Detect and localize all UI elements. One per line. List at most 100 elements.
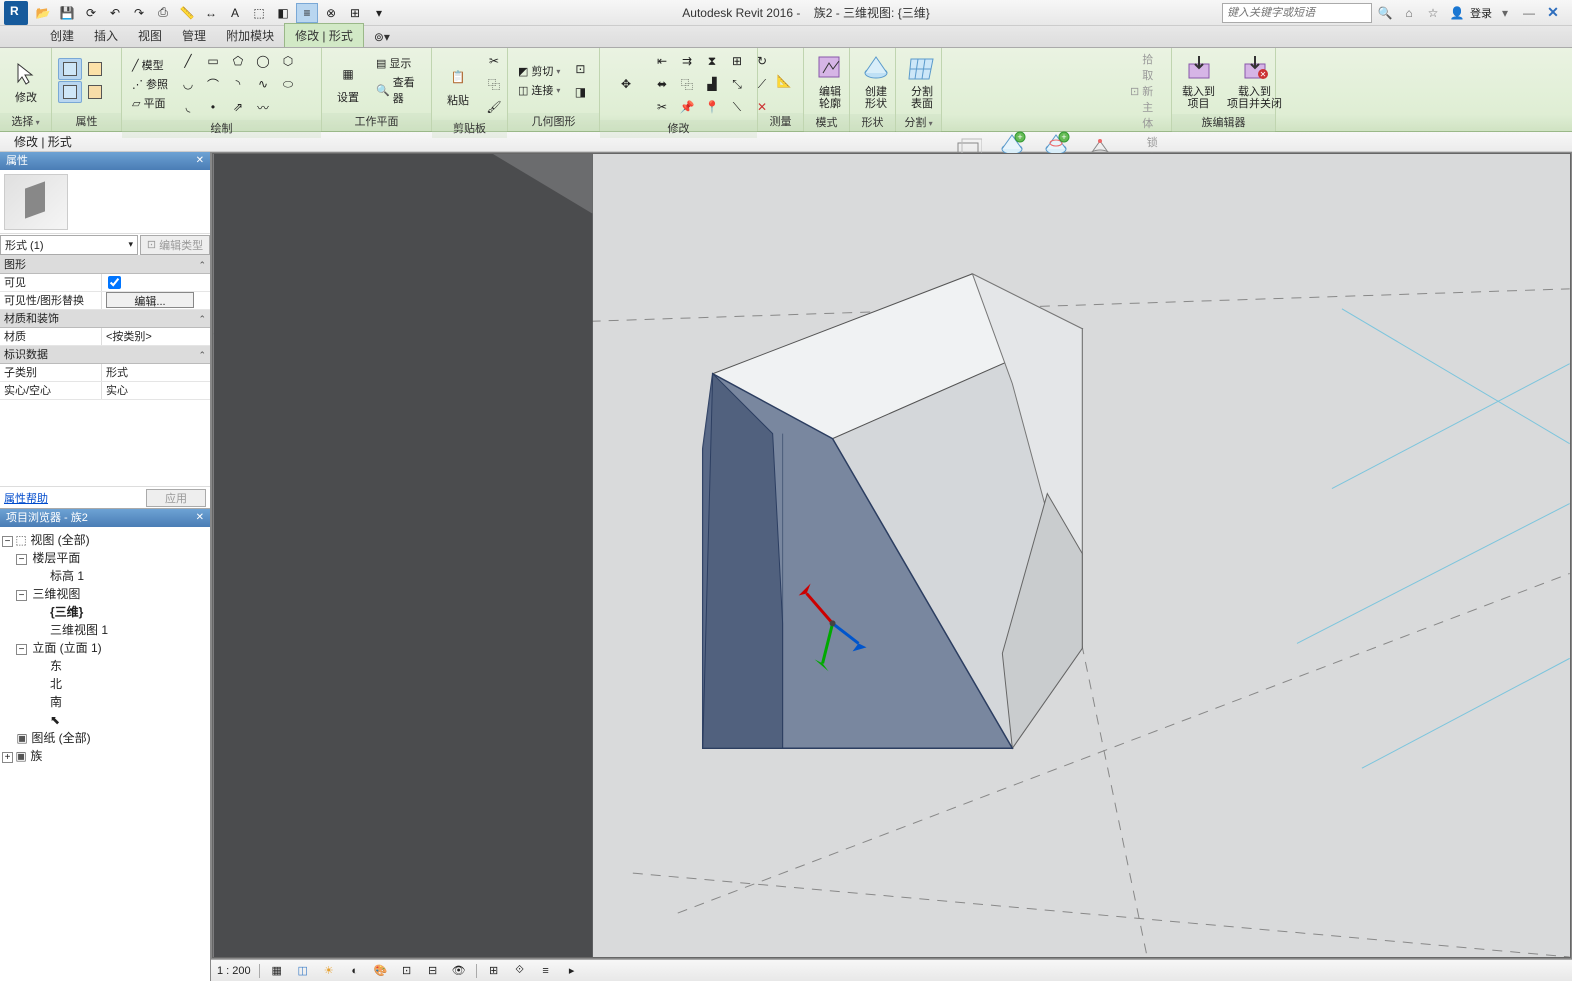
section-icon[interactable]: ◧ [272, 3, 294, 23]
subscription-icon[interactable]: ⌂ [1398, 3, 1420, 23]
tree-elev-west[interactable]: ⬉ [2, 711, 208, 729]
vb-analytical-icon[interactable]: ≡ [537, 962, 555, 980]
split-icon[interactable]: ✂ [650, 96, 674, 118]
redo-icon[interactable]: ↷ [128, 3, 150, 23]
close-windows-icon[interactable]: ⊗ [320, 3, 342, 23]
load-close-button[interactable]: ✕载入到 项目并关闭 [1223, 50, 1286, 112]
apply-button[interactable]: 应用 [146, 489, 206, 507]
draw-spline-icon[interactable]: ∿ [251, 73, 275, 95]
vb-chevron-icon[interactable]: ▸ [563, 962, 581, 980]
move2-icon[interactable]: ⬌ [650, 73, 674, 95]
draw-line-icon[interactable]: ╱ [176, 50, 200, 72]
draw-ellipse-icon[interactable]: ⬭ [276, 73, 300, 95]
vb-constraints-icon[interactable]: ⟐ [511, 962, 529, 980]
divide-surface-button[interactable]: 分割 表面 [902, 50, 942, 112]
tree-elev-north[interactable]: 北 [2, 675, 208, 693]
solidvoid-value[interactable]: 实心 [102, 382, 210, 399]
close-button[interactable]: ✕ [1542, 3, 1564, 23]
vb-shadow-icon[interactable]: ◐ [346, 962, 364, 980]
offset-icon[interactable]: ⇉ [675, 50, 699, 72]
draw-arc3-icon[interactable]: ◝ [226, 73, 250, 95]
tree-floor-plans[interactable]: − 楼层平面 [2, 549, 208, 567]
family-types-button[interactable] [83, 58, 107, 80]
tree-3d-default[interactable]: {三维} [2, 603, 208, 621]
properties-button[interactable] [58, 58, 82, 80]
app-menu-button[interactable] [4, 1, 28, 25]
vb-crop2-icon[interactable]: ⊟ [424, 962, 442, 980]
cut-geometry-button[interactable]: ◩剪切▾ [514, 62, 564, 80]
tree-families[interactable]: +▣ 族 [2, 747, 208, 765]
tab-manage[interactable]: 管理 [172, 24, 216, 47]
edit-type-button[interactable]: ⊡编辑类型 [140, 235, 210, 255]
visible-checkbox[interactable] [108, 276, 121, 289]
tree-sheets[interactable]: ▣ 图纸 (全部) [2, 729, 208, 747]
show-workplane-button[interactable]: ▤显示 [372, 54, 425, 72]
prop-group-material[interactable]: 材质和装饰⌃ [0, 310, 210, 328]
subcategory-value[interactable]: 形式 [102, 364, 210, 381]
tree-views-all[interactable]: −⬚ 视图 (全部) [2, 531, 208, 549]
draw-circle-icon[interactable]: ◯ [251, 50, 275, 72]
draw-rect-icon[interactable]: ▭ [201, 50, 225, 72]
tree-elev-east[interactable]: 东 [2, 657, 208, 675]
vis-override-edit-button[interactable]: 编辑... [106, 292, 194, 308]
paste-button[interactable]: 📋粘贴 [438, 59, 478, 109]
mirror-axis-icon[interactable]: ⧗ [700, 50, 724, 72]
browser-close-icon[interactable]: ✕ [196, 509, 204, 527]
scale-icon[interactable]: ⤡ [725, 73, 749, 95]
3d-view-canvas[interactable] [212, 153, 1571, 958]
vb-detail-icon[interactable]: ▦ [268, 962, 286, 980]
draw-insc-icon[interactable]: ⬡ [276, 50, 300, 72]
cope-icon[interactable]: ⊡ [568, 58, 592, 80]
unpin-icon[interactable]: 📍 [700, 96, 724, 118]
search-icon[interactable]: 🔍 [1374, 3, 1396, 23]
copy-icon[interactable]: ⿻ [482, 73, 506, 95]
minimize-button[interactable]: — [1518, 3, 1540, 23]
favorites-icon[interactable]: ☆ [1422, 3, 1444, 23]
type-properties-button[interactable] [58, 81, 82, 103]
print-icon[interactable]: ⎙ [152, 3, 174, 23]
draw-poly-icon[interactable]: ⬠ [226, 50, 250, 72]
tab-insert[interactable]: 插入 [84, 24, 128, 47]
create-form-button[interactable]: 创建 形状 [856, 50, 896, 112]
tree-elev-south[interactable]: 南 [2, 693, 208, 711]
draw-arc2-icon[interactable]: ⌒ [201, 73, 225, 95]
tree-elevations[interactable]: − 立面 (立面 1) [2, 639, 208, 657]
infocenter-search-input[interactable] [1222, 3, 1372, 23]
prop-group-graphics[interactable]: 图形⌃ [0, 256, 210, 274]
draw-spline2-icon[interactable]: 〰 [251, 96, 275, 118]
family-category-button[interactable] [83, 81, 107, 103]
cut-icon[interactable]: ✂ [482, 50, 506, 72]
join-geometry-button[interactable]: ◫连接▾ [514, 81, 564, 99]
array-icon[interactable]: ⊞ [725, 50, 749, 72]
vb-sun-icon[interactable]: ☀ [320, 962, 338, 980]
undo-icon[interactable]: ↶ [104, 3, 126, 23]
draw-partial-ellipse-icon[interactable]: ◟ [176, 96, 200, 118]
tree-3d-views[interactable]: − 三维视图 [2, 585, 208, 603]
edit-profile-button[interactable]: 编辑 轮廓 [810, 50, 850, 112]
help-dropdown-icon[interactable]: ▾ [1494, 3, 1516, 23]
match-icon[interactable]: 🖌 [482, 96, 506, 118]
vb-reveal-icon[interactable]: ⊞ [485, 962, 503, 980]
text-icon[interactable]: A [224, 3, 246, 23]
move-button[interactable]: ✥ [606, 66, 646, 102]
thin-lines-icon[interactable]: ≡ [296, 3, 318, 23]
prop-group-identity[interactable]: 标识数据⌃ [0, 346, 210, 364]
modify-tool-button[interactable]: 修改 [6, 56, 46, 106]
save-icon[interactable]: 💾 [56, 3, 78, 23]
tree-3d-view1[interactable]: 三维视图 1 [2, 621, 208, 639]
tab-addins[interactable]: 附加模块 [216, 24, 284, 47]
copy2-icon[interactable]: ⿻ [675, 73, 699, 95]
trim2-icon[interactable]: ⟍ [725, 96, 749, 118]
draw-point-icon[interactable]: • [201, 96, 225, 118]
scale-label[interactable]: 1 : 200 [217, 965, 251, 977]
material-value[interactable]: <按类别> [102, 328, 210, 345]
login-label[interactable]: 登录 [1470, 5, 1492, 21]
pick-new-host-button[interactable]: ⊡拾取 新主体 [1126, 50, 1165, 132]
properties-help-link[interactable]: 属性帮助 [4, 490, 48, 506]
draw-pick-icon[interactable]: ⇗ [226, 96, 250, 118]
sync-icon[interactable]: ⟳ [80, 3, 102, 23]
tree-level1[interactable]: 标高 1 [2, 567, 208, 585]
vb-hide-icon[interactable]: 👁 [450, 962, 468, 980]
measure-button[interactable]: 📐 [764, 63, 804, 99]
properties-close-icon[interactable]: ✕ [196, 152, 204, 170]
